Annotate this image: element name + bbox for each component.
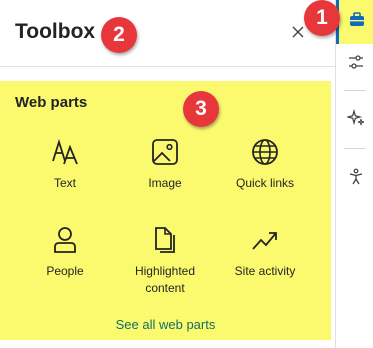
- web-part-label: Text: [53, 176, 76, 190]
- web-part-text[interactable]: Text: [15, 137, 115, 192]
- rail-divider: [344, 148, 366, 149]
- close-icon[interactable]: [290, 24, 306, 40]
- settings-button[interactable]: [337, 44, 373, 80]
- settings-sliders-icon: [349, 55, 363, 69]
- toolbox-screen: Toolbox Web parts Text Image Quick links…: [0, 0, 373, 348]
- trend-icon: [252, 232, 277, 250]
- accessibility-icon: [349, 168, 363, 185]
- callout-badge-1: 1: [304, 0, 340, 36]
- text-icon: [52, 139, 78, 165]
- image-icon: [152, 139, 178, 165]
- web-part-label: Quick links: [235, 176, 294, 190]
- design-ideas-button[interactable]: [337, 100, 373, 136]
- globe-icon: [252, 139, 278, 165]
- web-part-label: Image: [148, 176, 182, 190]
- web-part-quick-links[interactable]: Quick links: [215, 137, 315, 192]
- documents-icon: [155, 227, 175, 253]
- right-rail: [335, 0, 373, 348]
- callout-badge-2: 2: [101, 17, 137, 53]
- web-parts-heading: Web parts: [15, 94, 88, 111]
- web-part-label: Highlighted content: [134, 264, 196, 295]
- toolbox-header: Toolbox: [0, 0, 335, 67]
- web-part-image[interactable]: Image: [115, 137, 215, 192]
- rail-divider: [344, 90, 366, 91]
- toolbox-pane: Toolbox Web parts Text Image Quick links…: [0, 0, 335, 348]
- person-icon: [54, 227, 76, 253]
- callout-badge-3: 3: [183, 91, 219, 127]
- accessibility-button[interactable]: [337, 159, 373, 195]
- web-part-label: People: [46, 264, 84, 278]
- sparkle-icon: [347, 109, 365, 126]
- web-part-highlighted-content[interactable]: Highlighted content: [115, 225, 215, 297]
- see-all-web-parts-link[interactable]: See all web parts: [0, 317, 331, 332]
- toolbox-button[interactable]: [336, 0, 373, 44]
- web-part-site-activity[interactable]: Site activity: [215, 225, 315, 280]
- web-part-people[interactable]: People: [15, 225, 115, 280]
- page-title: Toolbox: [15, 20, 96, 43]
- web-parts-section: Web parts Text Image Quick links People …: [0, 81, 331, 340]
- toolbox-icon: [350, 12, 364, 26]
- web-part-label: Site activity: [234, 264, 296, 278]
